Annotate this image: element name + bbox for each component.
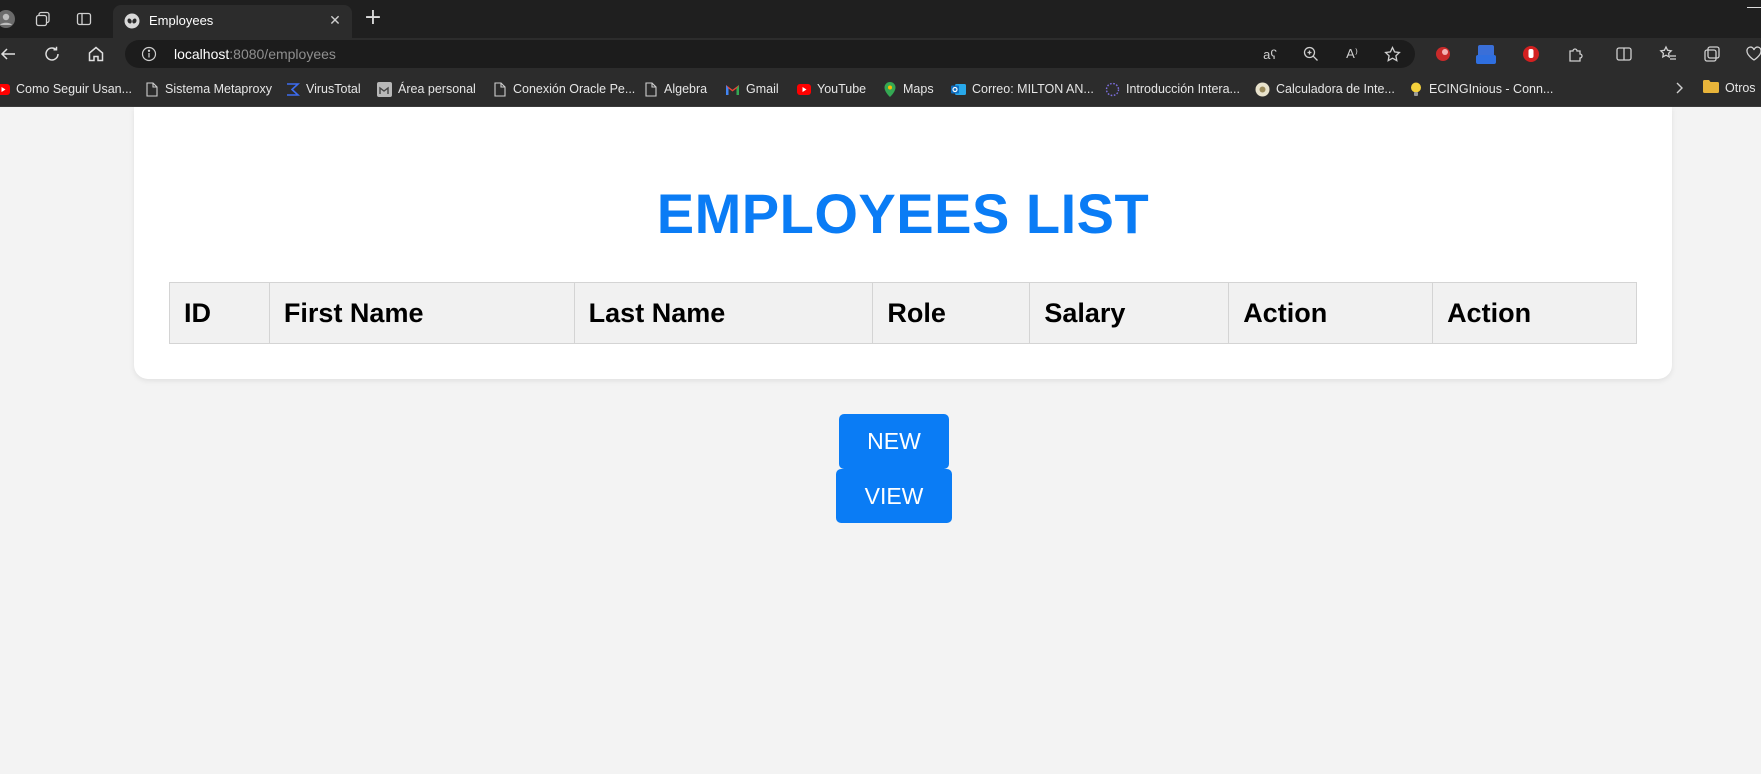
bookmark-label: Sistema Metaproxy: [165, 82, 272, 96]
employees-table: ID First Name Last Name Role Salary Acti…: [169, 282, 1637, 344]
translate-icon[interactable]: aʕ: [1261, 45, 1279, 63]
bookmark-label: Algebra: [664, 82, 708, 96]
workspaces-icon[interactable]: [33, 9, 53, 29]
youtube-icon: [0, 82, 10, 97]
bookmark-label: Área personal: [398, 82, 476, 96]
bookmark-label: Introducción Intera...: [1126, 82, 1240, 96]
tab-title: Employees: [149, 13, 214, 28]
read-aloud-icon[interactable]: A⁾: [1343, 45, 1361, 63]
outlook-icon: [951, 82, 966, 97]
other-bookmarks-label: Otros: [1725, 81, 1756, 95]
address-bar[interactable]: localhost:8080/employees aʕ A⁾: [125, 40, 1415, 68]
bulb-icon: [1408, 82, 1423, 97]
calculator-site-icon: [1255, 82, 1270, 97]
tab-employees[interactable]: Employees ✕: [113, 5, 352, 38]
column-header-first-name: First Name: [268, 282, 575, 344]
browser-tab-bar: Employees ✕ +: [0, 0, 1761, 38]
bookmark-item[interactable]: Área personal: [377, 80, 476, 98]
gmail-icon: [725, 82, 740, 97]
bookmark-item[interactable]: VirusTotal: [285, 80, 361, 98]
bookmark-item[interactable]: Calculadora de Inte...: [1255, 80, 1395, 98]
bookmark-label: YouTube: [817, 82, 867, 96]
favorite-star-icon[interactable]: [1383, 45, 1401, 63]
column-header-last-name: Last Name: [573, 282, 874, 344]
split-screen-icon[interactable]: [1613, 43, 1635, 65]
health-heart-icon[interactable]: [1743, 43, 1761, 65]
url-host: localhost: [174, 46, 230, 62]
moodle-icon: [377, 81, 392, 97]
bookmark-label: Gmail: [746, 82, 779, 96]
hand-stop-extension-icon[interactable]: [1520, 43, 1542, 65]
zoom-icon[interactable]: [1302, 45, 1320, 63]
bookmark-item[interactable]: Maps: [882, 80, 934, 98]
virustotal-icon: [285, 82, 300, 97]
page-icon: [144, 81, 159, 97]
youtube-icon: [796, 82, 811, 97]
bookmark-item[interactable]: Correo: MILTON AN...: [951, 80, 1094, 98]
bookmark-label: Calculadora de Inte...: [1276, 82, 1395, 96]
employees-card: EMPLOYEES LIST ID First Name Last Name R…: [134, 107, 1672, 379]
bookmark-item[interactable]: Conexión Oracle Pe...: [492, 80, 635, 98]
favorites-list-icon[interactable]: [1657, 43, 1679, 65]
other-bookmarks-folder[interactable]: Otros: [1703, 80, 1756, 96]
alien-favicon-icon: [124, 13, 140, 29]
bookmark-label: Correo: MILTON AN...: [972, 82, 1094, 96]
page-title: EMPLOYEES LIST: [656, 182, 1150, 245]
collections-icon[interactable]: [1701, 43, 1723, 65]
chevron-right-icon[interactable]: [1670, 78, 1688, 98]
folder-icon: [1703, 80, 1719, 96]
bookmark-item[interactable]: Sistema Metaproxy: [144, 80, 272, 98]
extension-red-icon[interactable]: [1432, 43, 1454, 65]
bookmark-item[interactable]: Algebra: [643, 80, 707, 98]
bookmark-item[interactable]: Introducción Intera...: [1105, 80, 1240, 98]
profile-avatar-icon[interactable]: [0, 9, 16, 29]
bookmark-label: ECINGInious - Conn...: [1429, 82, 1554, 96]
url-path: :8080/employees: [229, 46, 336, 62]
bookmark-label: Maps: [903, 82, 934, 96]
home-icon[interactable]: [85, 43, 107, 65]
bookmark-item[interactable]: Gmail: [725, 80, 779, 98]
column-header-salary: Salary: [1029, 282, 1230, 344]
url-text[interactable]: localhost:8080/employees: [174, 46, 336, 62]
bookmark-label: Como Seguir Usan...: [16, 82, 133, 96]
column-header-action: Action: [1432, 282, 1637, 344]
calendar-badge-icon[interactable]: [1475, 43, 1497, 65]
page-icon: [492, 81, 507, 97]
dotted-circle-icon: [1105, 82, 1120, 97]
bookmark-label: VirusTotal: [306, 82, 361, 96]
refresh-icon[interactable]: [41, 43, 63, 65]
page-icon: [643, 81, 658, 97]
back-arrow-icon[interactable]: [0, 43, 19, 65]
bookmark-label: Conexión Oracle Pe...: [513, 82, 636, 96]
view-employees-button[interactable]: VIEW: [836, 469, 952, 523]
maps-icon: [882, 81, 897, 97]
window-minimize-icon[interactable]: [1747, 7, 1761, 8]
close-tab-icon[interactable]: ✕: [326, 11, 344, 29]
vertical-tabs-icon[interactable]: [74, 9, 94, 29]
bookmark-item[interactable]: YouTube: [796, 80, 866, 98]
bookmark-item[interactable]: Como Seguir Usan...: [0, 80, 132, 98]
new-employee-button[interactable]: NEW: [839, 414, 949, 469]
new-tab-icon[interactable]: +: [362, 7, 384, 30]
browser-toolbar: localhost:8080/employees aʕ A⁾ 99+: [0, 38, 1761, 99]
extensions-puzzle-icon[interactable]: [1565, 43, 1587, 65]
column-header-action: Action: [1228, 282, 1434, 344]
site-info-icon[interactable]: [141, 46, 157, 62]
column-header-role: Role: [872, 282, 1031, 344]
bookmark-item[interactable]: ECINGInious - Conn...: [1408, 80, 1553, 98]
column-header-id: ID: [169, 282, 270, 344]
bookmarks-bar: Como Seguir Usan... Sistema Metaproxy Vi…: [0, 70, 1761, 107]
table-header-row: ID First Name Last Name Role Salary Acti…: [169, 282, 1637, 344]
